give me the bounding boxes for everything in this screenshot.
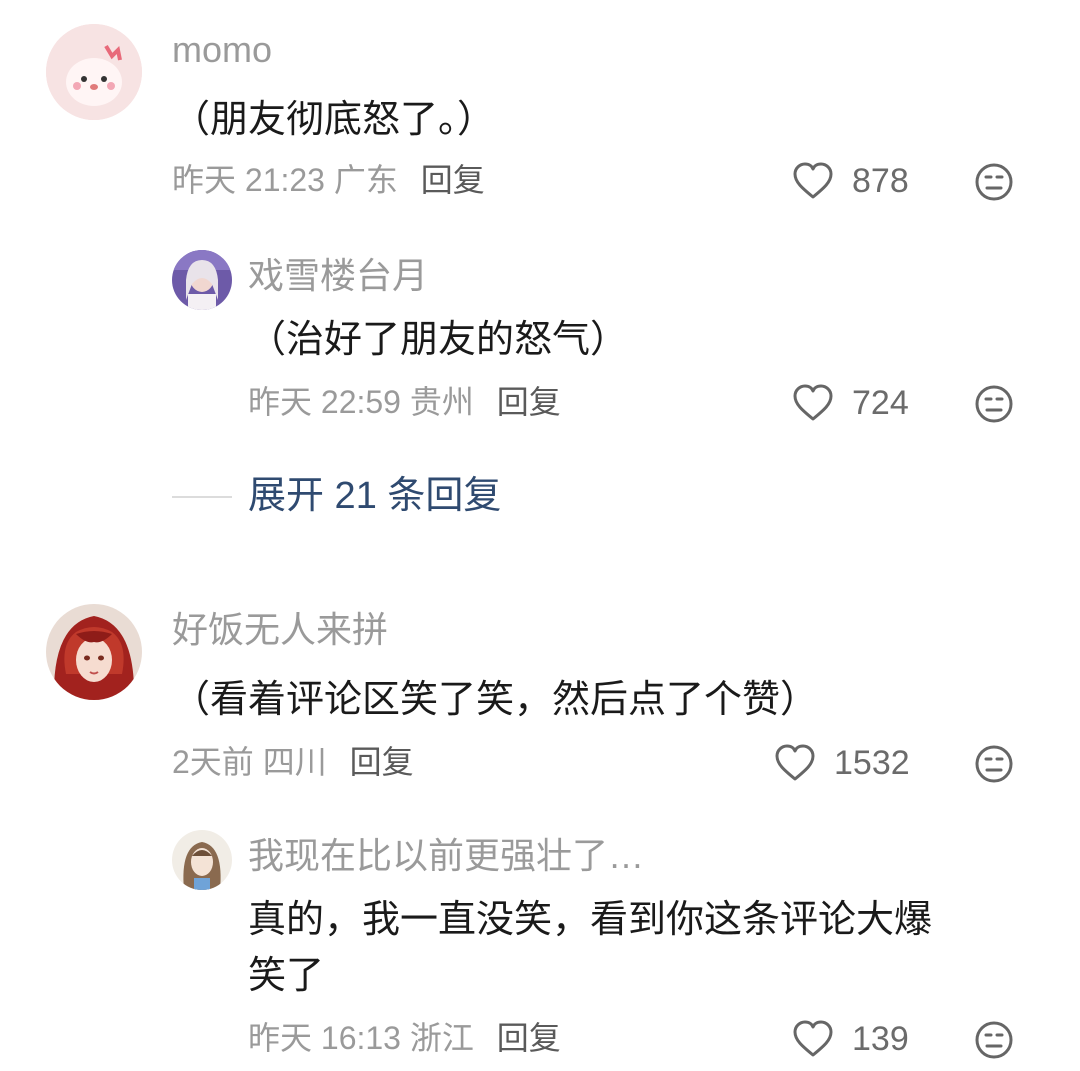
avatar-reply-user[interactable] bbox=[172, 830, 232, 890]
comment-text: （看着评论区笑了笑，然后点了个赞） bbox=[172, 679, 819, 721]
heart-outline-icon bbox=[775, 744, 815, 781]
comment-meta: 昨天 21:23 广东 回复 bbox=[172, 160, 485, 200]
like-count: 878 bbox=[852, 161, 909, 200]
meh-face-icon[interactable] bbox=[974, 162, 1014, 207]
heart-outline-icon bbox=[793, 384, 833, 421]
reply-button[interactable]: 回复 bbox=[497, 384, 561, 420]
heart-outline-icon bbox=[793, 162, 833, 199]
comment-time: 2天前 bbox=[172, 744, 254, 780]
reply-text-line2: 笑了 bbox=[248, 955, 325, 997]
comment-username[interactable]: momo bbox=[172, 28, 272, 72]
comment-location: 四川 bbox=[262, 744, 327, 780]
comment-meta: 2天前 四川 回复 bbox=[172, 742, 414, 782]
expand-divider bbox=[172, 496, 232, 498]
comment-text: （朋友彻底怒了。） bbox=[172, 99, 496, 141]
like-button[interactable]: 724 bbox=[792, 380, 909, 426]
reply-button[interactable]: 回复 bbox=[421, 162, 485, 198]
meh-face-icon[interactable] bbox=[974, 744, 1014, 789]
reply-location: 贵州 bbox=[409, 384, 474, 420]
reply-meta: 昨天 16:13 浙江 回复 bbox=[248, 1018, 561, 1058]
like-button[interactable]: 878 bbox=[792, 158, 909, 204]
like-count: 1532 bbox=[834, 743, 910, 782]
reply-time: 昨天 22:59 bbox=[248, 384, 401, 420]
heart-outline-icon bbox=[793, 1020, 833, 1057]
like-button[interactable]: 1532 bbox=[774, 740, 910, 786]
reply-button[interactable]: 回复 bbox=[350, 744, 414, 780]
expand-replies-button[interactable]: 展开 21 条回复 bbox=[248, 472, 501, 520]
reply-button[interactable]: 回复 bbox=[497, 1020, 561, 1056]
avatar-haofan[interactable] bbox=[46, 604, 142, 700]
reply-time: 昨天 16:13 bbox=[248, 1020, 401, 1056]
reply-username[interactable]: 戏雪楼台月 bbox=[248, 254, 428, 298]
avatar-momo[interactable] bbox=[46, 24, 142, 120]
meh-face-icon[interactable] bbox=[974, 384, 1014, 429]
meh-face-icon[interactable] bbox=[974, 1020, 1014, 1065]
like-button[interactable]: 139 bbox=[792, 1016, 909, 1062]
reply-text: （治好了朋友的怒气） bbox=[248, 319, 629, 361]
reply-location: 浙江 bbox=[409, 1020, 474, 1056]
avatar-reply-user[interactable] bbox=[172, 250, 232, 310]
comment-location: 广东 bbox=[333, 162, 398, 198]
reply-username[interactable]: 我现在比以前更强壮了… bbox=[248, 834, 644, 878]
comment-time: 昨天 21:23 bbox=[172, 162, 325, 198]
comment-username[interactable]: 好饭无人来拼 bbox=[172, 608, 388, 652]
reply-meta: 昨天 22:59 贵州 回复 bbox=[248, 382, 561, 422]
like-count: 139 bbox=[852, 1019, 909, 1058]
like-count: 724 bbox=[852, 383, 909, 422]
reply-text-line1: 真的，我一直没笑，看到你这条评论大爆 bbox=[248, 899, 933, 941]
